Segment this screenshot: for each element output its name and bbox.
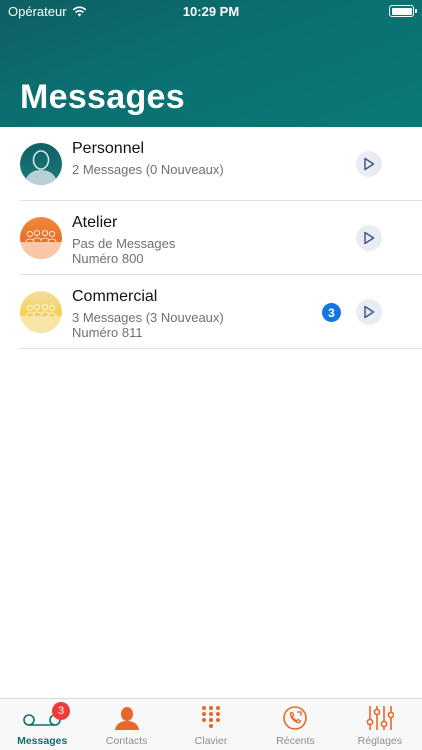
tab-settings[interactable]: Réglages [338,699,422,750]
play-button[interactable] [356,299,382,325]
tab-label: Clavier [194,735,228,747]
tab-label: Récents [276,735,315,747]
new-messages-badge: 3 [322,303,341,322]
mailbox-list: Personnel 2 Messages (0 Nouveaux) Atelie… [0,127,422,349]
row-divider [20,348,422,349]
play-button[interactable] [356,225,382,251]
recent-calls-icon [283,706,308,730]
mailbox-message-count: 2 Messages (0 Nouveaux) [72,162,224,177]
status-bar: Opérateur 10:29 PM [0,0,422,24]
mailbox-number: Numéro 811 [72,325,143,340]
play-button[interactable] [356,151,382,177]
tab-label: Messages [17,735,68,747]
contact-icon [114,707,139,730]
tab-messages[interactable]: 3 Messages [0,699,84,750]
mailbox-row-personnel[interactable]: Personnel 2 Messages (0 Nouveaux) [0,127,422,201]
person-avatar-icon [20,143,62,185]
tab-label: Réglages [357,735,403,747]
play-icon [364,231,375,245]
mailbox-message-count: 3 Messages (3 Nouveaux) [72,310,224,325]
group-avatar-icon [20,291,62,333]
mailbox-row-commercial[interactable]: Commercial 3 Messages (3 Nouveaux) Numér… [0,275,422,349]
tab-keypad[interactable]: Clavier [169,699,253,750]
keypad-icon [202,706,221,728]
page-title: Messages [20,78,185,116]
mailbox-number: Numéro 800 [72,251,144,266]
battery-icon [389,5,417,17]
unread-badge: 3 [52,702,70,720]
tab-label: Contacts [105,735,148,747]
mailbox-name: Personnel [72,140,145,157]
clock: 10:29 PM [182,4,240,19]
group-avatar-icon [20,217,62,259]
mailbox-row-atelier[interactable]: Atelier Pas de Messages Numéro 800 [0,201,422,275]
play-icon [364,305,375,319]
header: Opérateur 10:29 PM Messages [0,0,422,127]
tab-recents[interactable]: Récents [253,699,337,750]
play-icon [364,157,375,171]
tab-bar: 3 Messages Contacts Clavier Récents Régl… [0,698,422,750]
mailbox-message-count: Pas de Messages [72,236,176,251]
mailbox-name: Atelier [72,214,118,231]
tab-contacts[interactable]: Contacts [84,699,168,750]
sliders-icon [366,706,394,730]
mailbox-name: Commercial [72,288,158,305]
